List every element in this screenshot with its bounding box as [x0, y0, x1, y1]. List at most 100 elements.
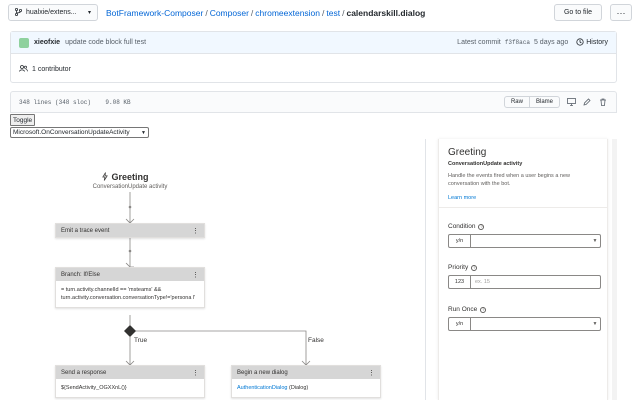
breadcrumb-test[interactable]: test — [326, 8, 340, 18]
node-header: Branch: If/Else ⋮ — [56, 268, 204, 281]
canvas-divider — [425, 139, 426, 400]
true-label: True — [134, 337, 148, 344]
node-title: Begin a new dialog — [237, 369, 288, 376]
chevron-down-icon: ▼ — [141, 129, 146, 136]
toggle-button[interactable]: Toggle — [10, 114, 36, 126]
raw-blame-group: Raw Blame — [503, 96, 560, 108]
run-once-label-text: Run Once — [448, 306, 478, 313]
priority-placeholder[interactable]: ex. 15 — [471, 276, 600, 288]
node-menu-icon[interactable]: ⋮ — [192, 227, 199, 235]
node-title: Emit a trace event — [61, 227, 110, 234]
condition-input[interactable]: y/n ▼ — [448, 234, 601, 248]
chevron-down-icon[interactable]: ▼ — [590, 235, 600, 247]
branch-selector[interactable]: hualxie/extens... ▾ — [8, 4, 98, 21]
priority-label: Priority ? — [448, 264, 601, 271]
breadcrumb-separator: / — [342, 8, 345, 18]
clock-icon — [576, 37, 584, 48]
chevron-down-icon[interactable]: ▼ — [590, 318, 600, 330]
learn-more-link[interactable]: Learn more — [448, 195, 598, 201]
repo-topbar: hualxie/extens... ▾ BotFramework-Compose… — [8, 4, 632, 22]
condition-field: Condition ? y/n ▼ — [448, 223, 601, 248]
breadcrumb-separator: / — [322, 8, 325, 18]
breadcrumb-file: calendarskill.dialog — [346, 8, 426, 18]
pencil-icon[interactable] — [582, 97, 592, 107]
commit-sha[interactable]: f3f8aca — [505, 39, 530, 46]
priority-type-tag[interactable]: 123 — [449, 276, 471, 288]
branch-icon — [14, 7, 23, 18]
panel-scrollbar[interactable] — [612, 139, 617, 400]
branch-name: hualxie/extens... — [26, 9, 77, 16]
node-title: Send a response — [61, 369, 107, 376]
node-begin-dialog[interactable]: Begin a new dialog ⋮ AuthenticationDialo… — [231, 365, 381, 398]
file-info: 348 lines (348 sloc) 9.08 KB — [19, 98, 131, 106]
branch-condition: = turn.activity.channelId == 'msteams' &… — [61, 287, 196, 301]
avatar[interactable] — [19, 37, 29, 48]
panel-kind: ConversationUpdate activity — [448, 161, 523, 167]
file-actions: Raw Blame — [503, 96, 608, 108]
false-label: False — [308, 337, 324, 344]
breadcrumb-chromeextension[interactable]: chromeextension — [255, 8, 320, 18]
info-icon[interactable]: ? — [480, 306, 487, 313]
history-label: History — [586, 39, 608, 46]
trash-icon[interactable] — [598, 97, 608, 107]
node-header: Begin a new dialog ⋮ — [232, 366, 380, 379]
file-header: 348 lines (348 sloc) 9.08 KB Raw Blame — [10, 91, 617, 113]
breadcrumb: BotFramework-Composer / Composer / chromeext… — [106, 8, 425, 18]
contributors-row[interactable]: 1 contributor — [11, 54, 616, 84]
begin-dialog-body: AuthenticationDialog (Dialog) — [232, 379, 380, 397]
panel-description: Handle the events fired when a user begi… — [448, 173, 570, 187]
panel-header: Greeting ConversationUpdate activity Han… — [439, 139, 607, 208]
node-menu-icon[interactable]: ⋮ — [192, 369, 199, 377]
raw-button[interactable]: Raw — [503, 96, 530, 108]
priority-field: Priority ? 123 ex. 15 — [448, 264, 601, 289]
property-panel: Greeting ConversationUpdate activity Han… — [438, 139, 608, 400]
condition-type-tag[interactable]: y/n — [449, 235, 471, 247]
more-options-button[interactable]: ··· — [610, 4, 632, 21]
node-branch-if-else[interactable]: Branch: If/Else ⋮ = turn.activity.channe… — [55, 267, 205, 308]
node-send-response[interactable]: Send a response ⋮ ${SendActivity_OGXXnL(… — [55, 365, 205, 398]
run-once-type-tag[interactable]: y/n — [449, 318, 471, 330]
node-menu-icon[interactable]: ⋮ — [368, 369, 375, 377]
trigger-select-value: Microsoft.OnConversationUpdateActivity — [13, 129, 130, 136]
history-link[interactable]: History — [576, 37, 608, 48]
priority-label-text: Priority — [448, 264, 469, 271]
panel-title[interactable]: Greeting — [448, 147, 598, 158]
node-emit-trace[interactable]: Emit a trace event ⋮ — [55, 223, 205, 238]
commit-meta: Latest commit f3f8aca 5 days ago History — [457, 37, 608, 48]
trigger-title[interactable]: Greeting — [94, 172, 166, 182]
breadcrumb-separator: / — [250, 8, 254, 18]
commit-time: 5 days ago — [533, 39, 569, 46]
go-to-file-button[interactable]: Go to file — [554, 4, 602, 21]
latest-commit-row: xieofxie update code block full test Lat… — [11, 32, 616, 54]
dialog-suffix: (Dialog) — [287, 385, 309, 391]
node-header: Send a response ⋮ — [56, 366, 204, 379]
commit-box: xieofxie update code block full test Lat… — [10, 31, 617, 83]
trigger-subtitle: ConversationUpdate activity — [92, 184, 168, 190]
breadcrumb-separator: / — [205, 8, 208, 18]
run-once-value[interactable] — [471, 318, 590, 330]
run-once-label: Run Once ? — [448, 306, 601, 313]
condition-value[interactable] — [471, 235, 590, 247]
blame-button[interactable]: Blame — [529, 96, 560, 108]
commit-author[interactable]: xieofxie — [34, 39, 60, 46]
contributors-label: 1 contributor — [32, 65, 71, 73]
trigger-select[interactable]: Microsoft.OnConversationUpdateActivity ▼ — [10, 127, 149, 138]
condition-label: Condition ? — [448, 223, 601, 230]
chevron-down-icon: ▾ — [87, 10, 91, 16]
dialog-link[interactable]: AuthenticationDialog — [237, 385, 287, 391]
flow-canvas[interactable]: Greeting ConversationUpdate activity Emi… — [10, 139, 425, 400]
breadcrumb-composer[interactable]: Composer — [210, 8, 249, 18]
condition-label-text: Condition — [448, 223, 476, 230]
commit-message[interactable]: update code block full test — [65, 39, 146, 46]
people-icon — [19, 64, 28, 74]
breadcrumb-repo[interactable]: BotFramework-Composer — [106, 8, 203, 18]
run-once-input[interactable]: y/n ▼ — [448, 317, 601, 331]
node-title: Branch: If/Else — [61, 271, 101, 278]
info-icon[interactable]: ? — [471, 264, 478, 271]
node-menu-icon[interactable]: ⋮ — [192, 271, 199, 279]
latest-commit-label: Latest commit — [457, 39, 501, 46]
send-response-body: ${SendActivity_OGXXnL()} — [61, 385, 127, 391]
info-icon[interactable]: ? — [478, 223, 485, 230]
desktop-icon[interactable] — [566, 97, 576, 107]
priority-input[interactable]: 123 ex. 15 — [448, 275, 601, 289]
